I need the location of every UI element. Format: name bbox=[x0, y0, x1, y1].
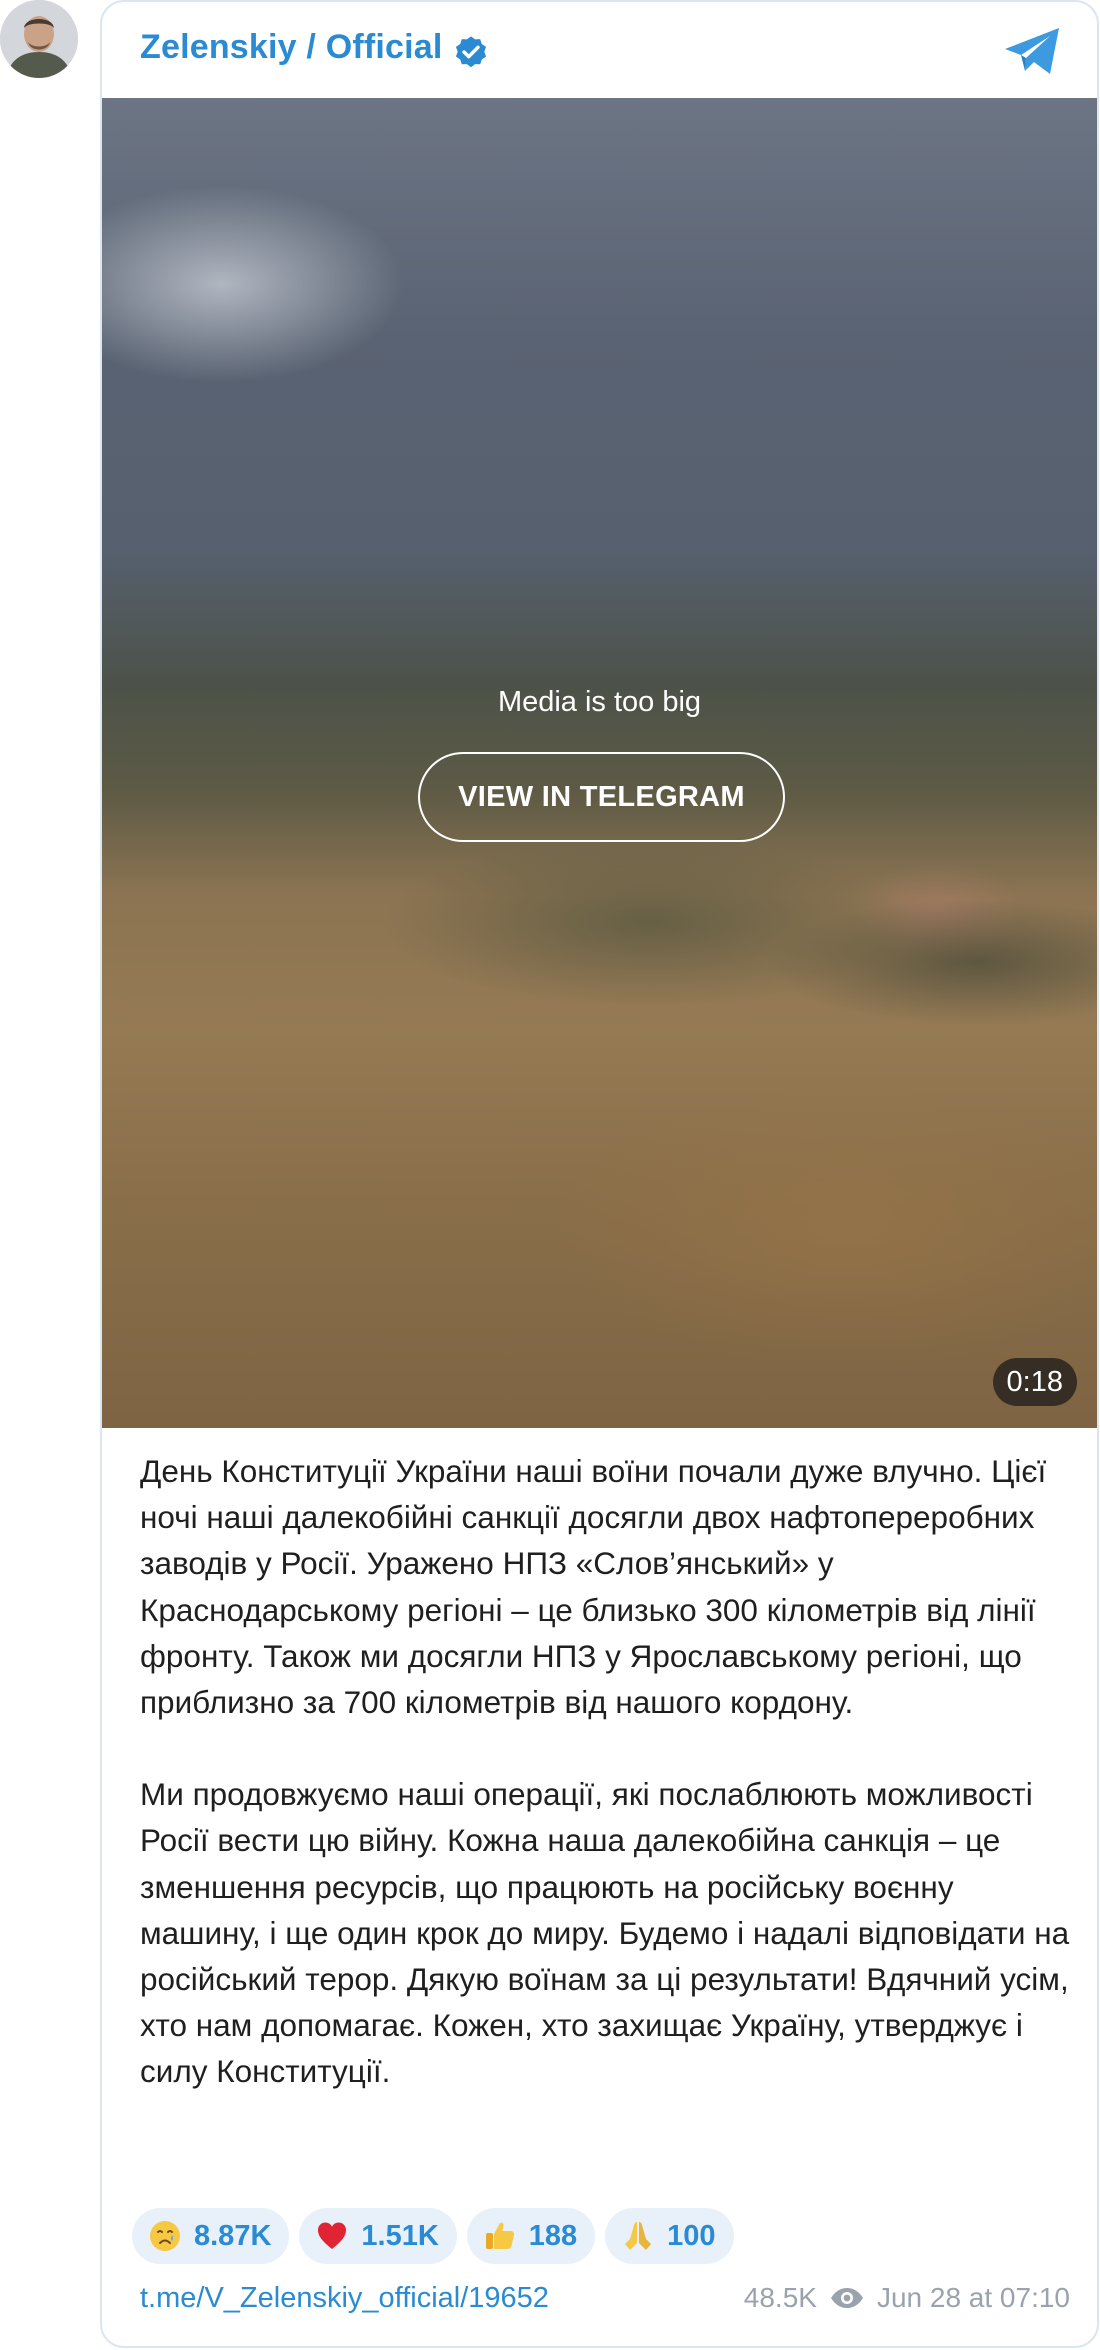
post-text: День Конституції України наші воїни поча… bbox=[140, 1448, 1070, 2095]
reaction-thumbs-up[interactable]: 188 bbox=[466, 2208, 596, 2264]
post-meta: 48.5K Jun 28 at 07:10 bbox=[744, 2282, 1070, 2314]
post-date: Jun 28 at 07:10 bbox=[876, 2282, 1070, 2313]
reaction-crying[interactable]: 8.87K bbox=[132, 2208, 290, 2264]
red-heart-icon bbox=[313, 2217, 351, 2255]
reaction-heart[interactable]: 1.51K bbox=[299, 2208, 457, 2264]
thumbs-up-icon bbox=[481, 2217, 519, 2255]
post-card: Zelenskiy / Official Media is too big VI… bbox=[100, 0, 1099, 2348]
channel-name[interactable]: Zelenskiy / Official bbox=[140, 28, 443, 67]
post-header: Zelenskiy / Official bbox=[102, 2, 1097, 98]
media-overlay: Media is too big VIEW IN TELEGRAM bbox=[102, 98, 1097, 1428]
post-paragraph: Ми продовжуємо наші операції, які послаб… bbox=[140, 1776, 1070, 2090]
post-footer: t.me/V_Zelenskiy_official/19652 48.5K Ju… bbox=[140, 2282, 1070, 2322]
media-preview[interactable]: Media is too big VIEW IN TELEGRAM 0:18 bbox=[102, 98, 1097, 1428]
video-duration-badge: 0:18 bbox=[992, 1358, 1077, 1406]
post-paragraph: День Конституції України наші воїни поча… bbox=[140, 1453, 1047, 1721]
reaction-count: 8.87K bbox=[194, 2219, 272, 2252]
eye-icon bbox=[830, 2288, 863, 2308]
reaction-count: 188 bbox=[528, 2219, 578, 2252]
reaction-pray[interactable]: 100 bbox=[605, 2208, 734, 2264]
reactions-bar: 8.87K 1.51K 188 100 bbox=[132, 2208, 734, 2264]
post-link[interactable]: t.me/V_Zelenskiy_official/19652 bbox=[140, 2282, 549, 2315]
channel-avatar[interactable] bbox=[0, 0, 78, 78]
verified-badge-icon bbox=[455, 36, 487, 68]
media-too-big-message: Media is too big bbox=[497, 686, 702, 718]
reaction-count: 100 bbox=[667, 2219, 716, 2252]
views-count: 48.5K bbox=[743, 2282, 817, 2313]
folded-hands-icon bbox=[619, 2217, 657, 2255]
crying-face-icon bbox=[146, 2217, 184, 2255]
avatar-portrait bbox=[0, 0, 78, 78]
telegram-icon[interactable] bbox=[1003, 26, 1063, 78]
reaction-count: 1.51K bbox=[361, 2219, 439, 2252]
view-in-telegram-button[interactable]: VIEW IN TELEGRAM bbox=[418, 752, 785, 842]
